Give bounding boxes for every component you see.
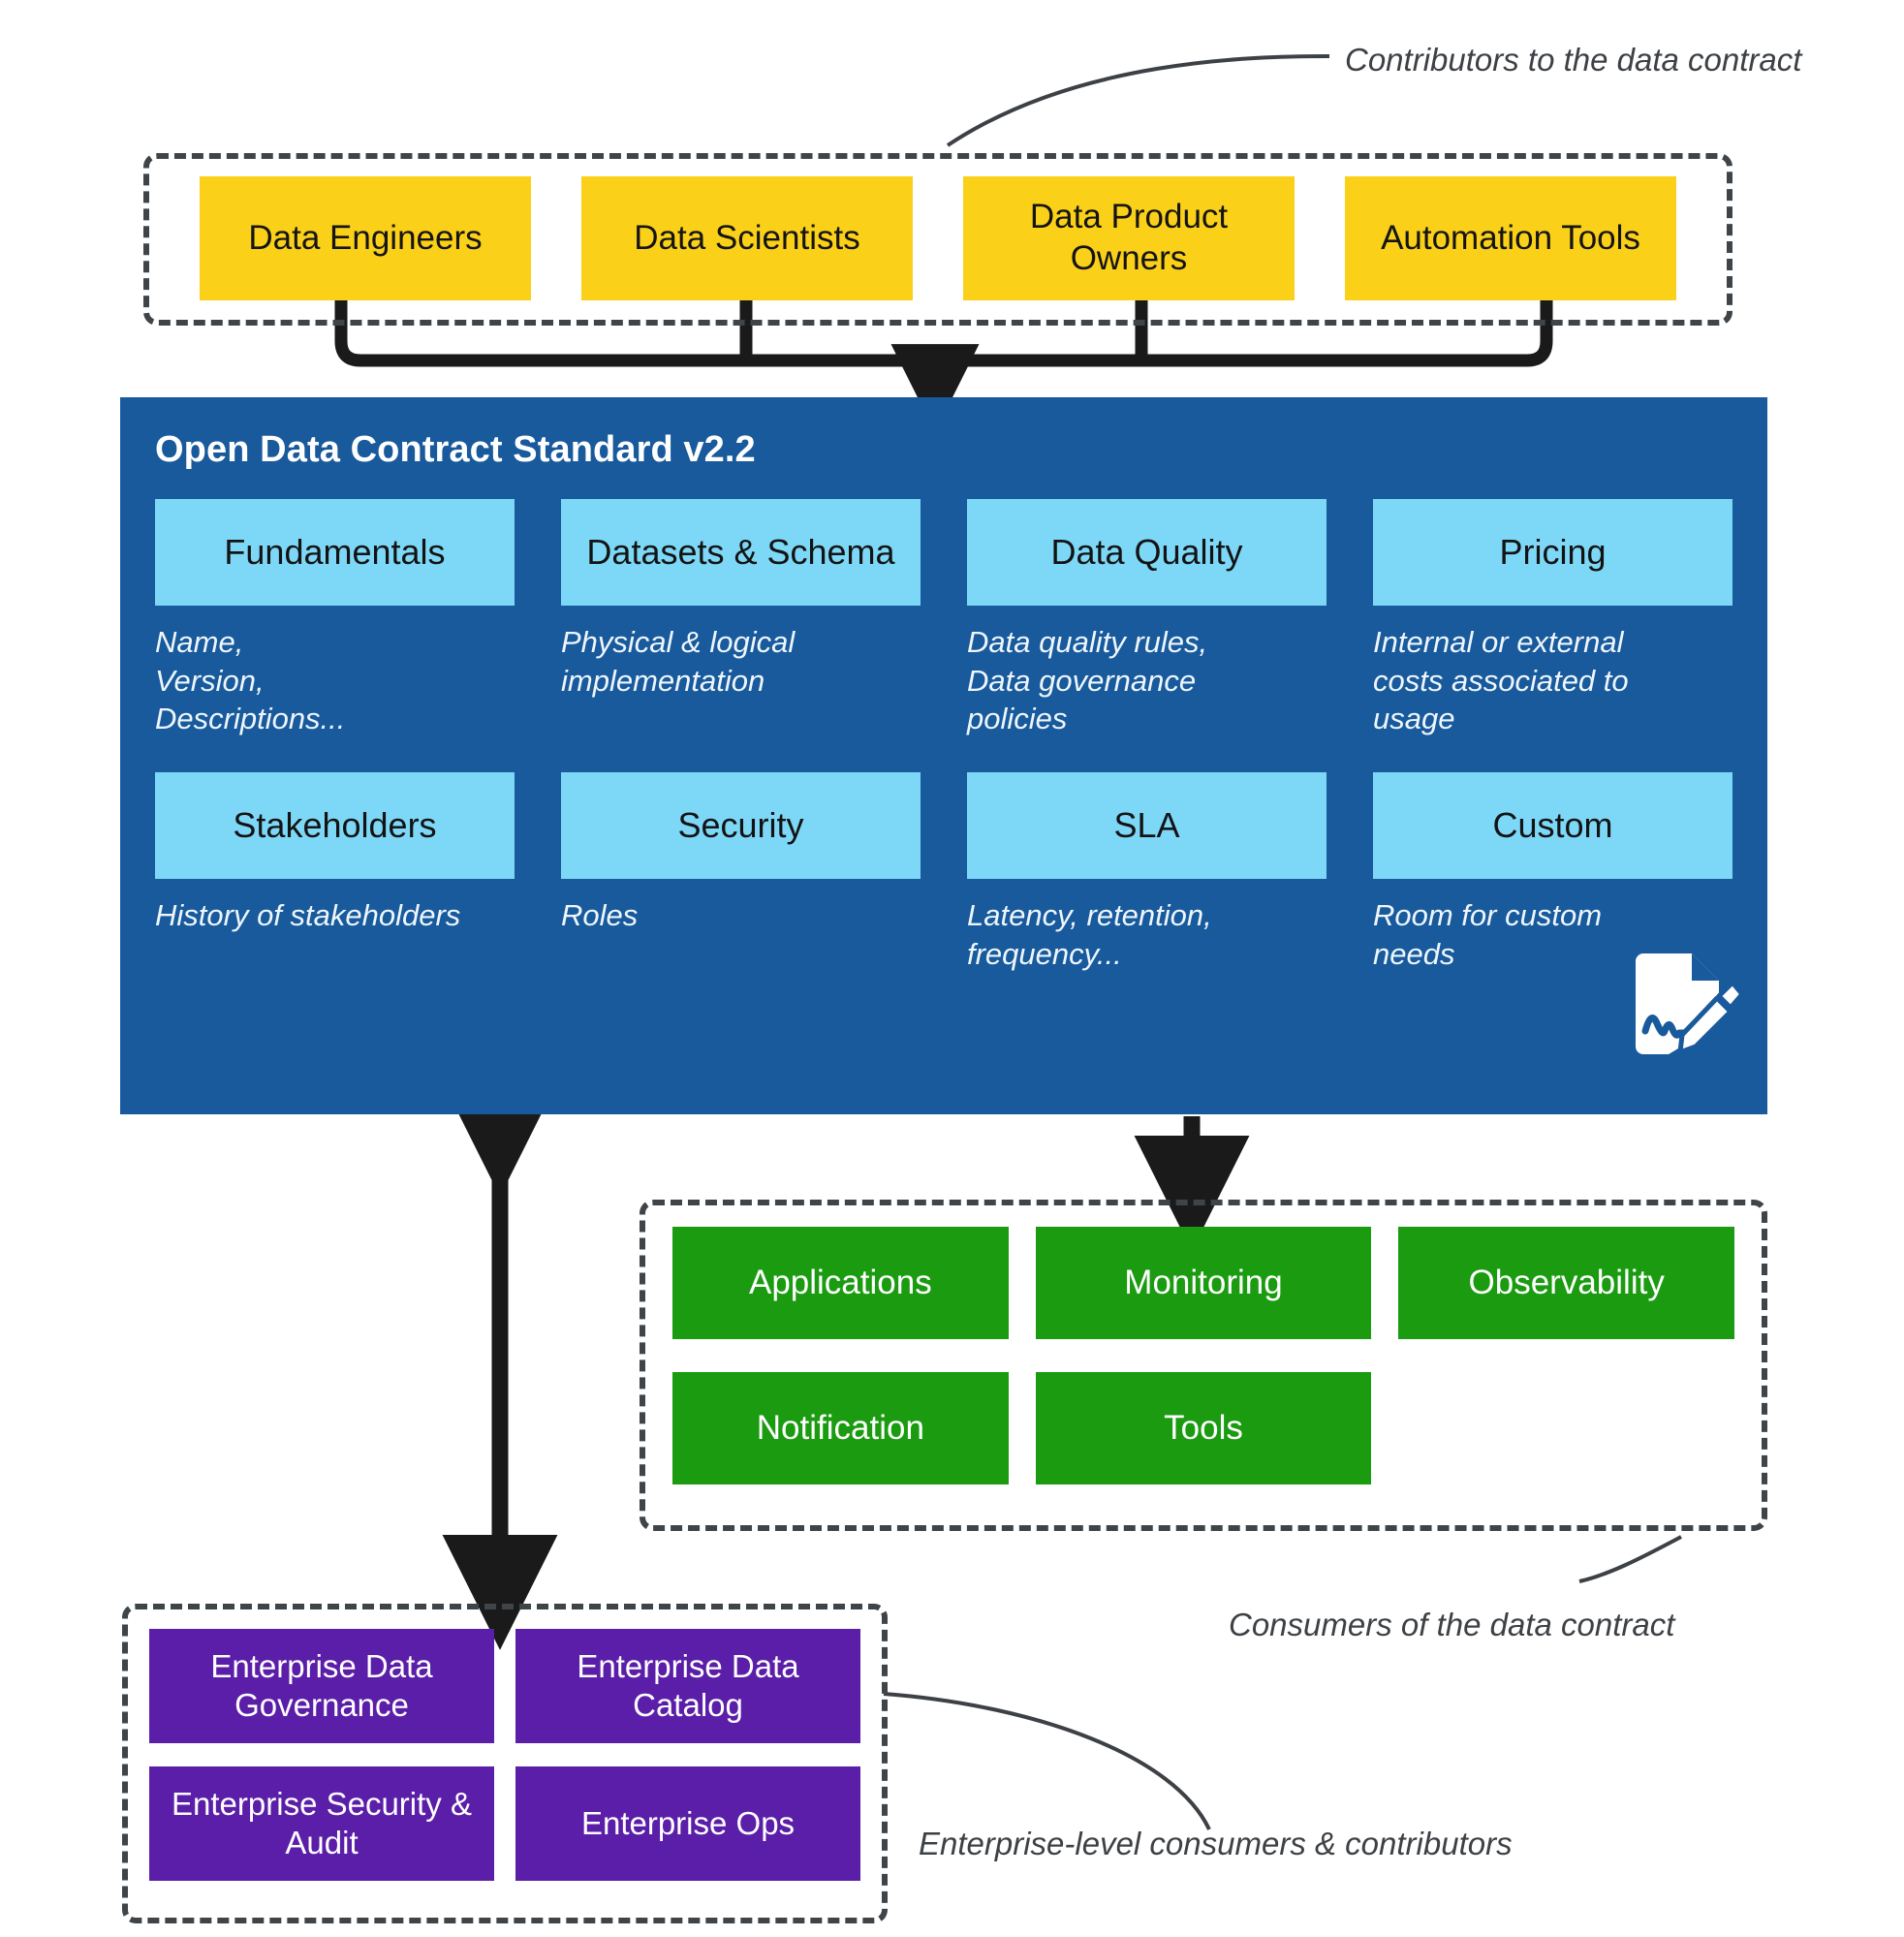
consumer-cell: Observability [1398,1227,1735,1339]
enterprise-annotation: Enterprise-level consumers & contributor… [919,1826,1513,1861]
contributor-automation-tools[interactable]: Automation Tools [1345,176,1676,300]
consumer-cell: Tools [1035,1372,1399,1484]
contributor-cell: Data Scientists [556,176,938,300]
card-description: Name, Version, Descriptions... [155,625,346,736]
enterprise-leader-line [883,1692,1211,1830]
card-title: Stakeholders [155,772,515,880]
contributor-data-engineers[interactable]: Data Engineers [200,176,531,300]
consumers-row-1: Applications Monitoring Observability [672,1227,1735,1339]
enterprise-ops[interactable]: Enterprise Ops [515,1766,860,1881]
enterprise-cell: Enterprise Data Governance [149,1629,515,1743]
enterprise-data-catalog[interactable]: Enterprise Data Catalog [515,1629,860,1743]
enterprise-cell: Enterprise Security & Audit [149,1766,515,1881]
diagram-canvas: Data Engineers Data Scientists Data Prod… [0,0,1904,1937]
card-description: Internal or external costs associated to… [1373,625,1629,736]
standard-card-data-quality[interactable]: Data Quality Data quality rules, Data go… [967,499,1373,738]
panel-title: Open Data Contract Standard v2.2 [155,429,756,470]
standard-card-security[interactable]: Security Roles [561,772,967,973]
contributor-data-scientists[interactable]: Data Scientists [581,176,913,300]
card-description: Roles [561,898,639,933]
enterprise-cell: Enterprise Data Catalog [515,1629,860,1743]
consumer-tools[interactable]: Tools [1035,1372,1372,1484]
enterprise-row-1: Enterprise Data Governance Enterprise Da… [149,1629,860,1743]
consumers-leader-line [1578,1535,1682,1583]
contributor-cell: Data Engineers [174,176,556,300]
consumer-cell: Notification [672,1372,1036,1484]
consumer-monitoring[interactable]: Monitoring [1035,1227,1372,1339]
consumer-applications[interactable]: Applications [672,1227,1009,1339]
standard-card-custom[interactable]: Custom Room for custom needs [1373,772,1732,973]
card-title: SLA [967,772,1327,880]
enterprise-security-and-audit[interactable]: Enterprise Security & Audit [149,1766,494,1881]
document-signature-icon [1636,953,1740,1055]
enterprise-cell: Enterprise Ops [515,1766,860,1881]
standard-card-sla[interactable]: SLA Latency, retention, frequency... [967,772,1373,973]
contributor-cell: Data Product Owners [938,176,1320,300]
card-title: Pricing [1373,499,1732,606]
open-data-contract-standard-panel: Open Data Contract Standard v2.2 Fundame… [120,397,1767,1114]
standard-card-grid: Fundamentals Name, Version, Descriptions… [155,499,1732,973]
consumers-row-2: Notification Tools [672,1372,1734,1484]
enterprise-row-2: Enterprise Security & Audit Enterprise O… [149,1766,860,1881]
consumer-empty-slot [1398,1372,1734,1484]
card-title: Security [561,772,921,880]
card-description: Latency, retention, frequency... [967,898,1212,971]
card-description: Data quality rules, Data governance poli… [967,625,1208,736]
contributor-cell: Automation Tools [1320,176,1701,300]
card-description: Physical & logical implementation [561,625,796,698]
card-title: Custom [1373,772,1732,880]
standard-card-pricing[interactable]: Pricing Internal or external costs assoc… [1373,499,1732,738]
consumers-grid: Applications Monitoring Observability No… [640,1200,1767,1531]
contributor-data-product-owners[interactable]: Data Product Owners [963,176,1295,300]
standard-card-stakeholders[interactable]: Stakeholders History of stakeholders [155,772,561,973]
standard-card-datasets-schema[interactable]: Datasets & Schema Physical & logical imp… [561,499,967,738]
standard-card-row-2: Stakeholders History of stakeholders Sec… [155,772,1732,973]
standard-card-row-1: Fundamentals Name, Version, Descriptions… [155,499,1732,738]
card-title: Data Quality [967,499,1327,606]
contributors-row: Data Engineers Data Scientists Data Prod… [143,176,1732,300]
consumer-cell: Monitoring [1035,1227,1399,1339]
contributors-leader-line [946,54,1330,147]
consumer-observability[interactable]: Observability [1398,1227,1735,1339]
consumer-cell-empty [1398,1372,1734,1484]
standard-card-fundamentals[interactable]: Fundamentals Name, Version, Descriptions… [155,499,561,738]
card-description: History of stakeholders [155,898,461,933]
card-title: Fundamentals [155,499,515,606]
enterprise-grid: Enterprise Data Governance Enterprise Da… [122,1604,888,1923]
card-title: Datasets & Schema [561,499,921,606]
contributors-annotation: Contributors to the data contract [1345,42,1802,78]
consumers-annotation: Consumers of the data contract [1229,1607,1675,1642]
consumer-notification[interactable]: Notification [672,1372,1009,1484]
enterprise-data-governance[interactable]: Enterprise Data Governance [149,1629,494,1743]
consumer-cell: Applications [672,1227,1036,1339]
